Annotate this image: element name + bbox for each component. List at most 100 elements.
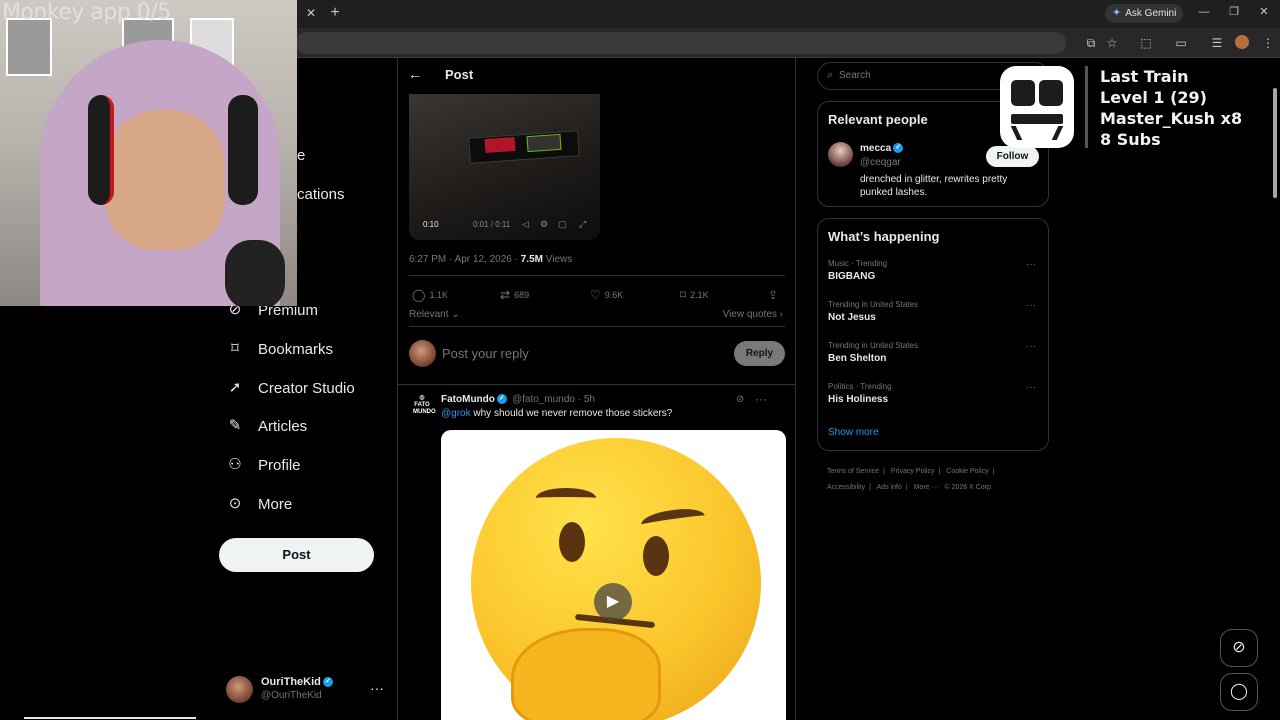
restore-icon[interactable]: ❐ xyxy=(1227,5,1241,19)
headset-left xyxy=(88,95,114,205)
sidebar-item-notifications-partial[interactable]: cations xyxy=(297,186,345,203)
mention-link[interactable]: @grok xyxy=(441,408,471,419)
more-dots-icon[interactable]: ··· xyxy=(1026,382,1036,393)
footer-separator: | xyxy=(869,484,871,491)
thinking-face-emoji xyxy=(471,438,761,720)
show-more-link[interactable]: Show more xyxy=(828,427,879,438)
avatar[interactable] xyxy=(828,142,853,167)
footer-separator: | xyxy=(992,468,995,475)
bookmark-action[interactable]: ⌑ 2.1K xyxy=(680,288,709,302)
browser-menu-icon[interactable]: ⋮ xyxy=(1260,35,1276,51)
split-view-icon[interactable]: ▭ xyxy=(1173,35,1189,51)
reply-button[interactable]: Reply xyxy=(734,341,785,366)
fullscreen-icon[interactable]: ⤢ xyxy=(579,219,586,230)
wall-poster xyxy=(6,18,52,76)
rocket-icon: ➚ xyxy=(228,379,242,396)
share-action[interactable]: ⇪ xyxy=(768,288,778,302)
extensions-icon[interactable]: ⬚ xyxy=(1138,35,1154,51)
play-icon[interactable]: ▶ xyxy=(594,583,632,621)
emoji-eye xyxy=(559,522,585,562)
volume-icon[interactable]: ◁ xyxy=(522,219,529,230)
train-window xyxy=(1011,80,1035,106)
footer-link[interactable]: Terms of Service xyxy=(827,468,879,475)
repost-action[interactable]: ⇄ 689 xyxy=(500,288,529,302)
account-switcher[interactable]: OuriTheKid ✓ @OuriTheKid ··· xyxy=(226,674,386,704)
more-dots-icon[interactable]: ··· xyxy=(1026,300,1036,311)
messages-icon[interactable]: ◯ xyxy=(1220,673,1258,711)
omnibox-input[interactable] xyxy=(296,32,1066,54)
train-base xyxy=(1011,114,1063,124)
close-tab-icon[interactable]: ✕ xyxy=(304,6,318,20)
account-name: OuriTheKid ✓ xyxy=(261,676,333,688)
footer-link[interactable]: More ··· xyxy=(914,484,939,491)
sidebar-item-label: Creator Studio xyxy=(258,379,355,397)
train-leg xyxy=(1010,126,1032,140)
avatar xyxy=(226,676,253,703)
like-count: 9.6K xyxy=(604,290,624,300)
reply-input[interactable]: Post your reply xyxy=(442,346,529,361)
bookmark-star-icon[interactable]: ☆ xyxy=(1104,35,1120,51)
follow-button[interactable]: Follow xyxy=(986,146,1039,167)
sidebar-item-label: Bookmarks xyxy=(258,340,334,358)
person-name[interactable]: mecca ✓ xyxy=(860,143,904,154)
trend-topic: Ben Shelton xyxy=(828,353,887,364)
settings-icon[interactable]: ⚙ xyxy=(540,219,548,230)
reading-list-icon[interactable]: ☰ xyxy=(1209,35,1225,51)
like-action[interactable]: ♡ 9.6K xyxy=(590,288,623,302)
back-arrow-icon[interactable]: ← xyxy=(408,66,422,82)
more-dots-icon[interactable]: ··· xyxy=(370,680,384,696)
grok-icon[interactable]: ⊘ xyxy=(1220,629,1258,667)
tweet-media-video[interactable]: ▶ xyxy=(441,430,786,720)
footer-link[interactable]: Cookie Policy xyxy=(946,468,988,475)
video-player[interactable]: 0:10 0:01 / 0:11 ◁ ⚙ ▢ ⤢ xyxy=(409,94,600,240)
search-icon: ⌕ xyxy=(827,69,834,81)
sidebar-item-more[interactable]: ⊙ More xyxy=(226,492,292,516)
trend-item[interactable]: Trending in United States Ben Shelton ··… xyxy=(828,341,1040,371)
post-button[interactable]: Post xyxy=(219,538,374,572)
footer-link[interactable]: Ads info xyxy=(877,484,902,491)
sidebar-item-label: More xyxy=(258,495,293,513)
install-app-icon[interactable]: ⧉ xyxy=(1083,35,1099,51)
page-scrollbar[interactable] xyxy=(1270,58,1280,720)
more-dots-icon[interactable]: ··· xyxy=(1026,259,1036,270)
view-quotes-link[interactable]: View quotes › xyxy=(723,309,783,320)
sidebar-item-profile[interactable]: ⚇ Profile xyxy=(226,453,300,477)
headset-right xyxy=(228,95,258,205)
search-placeholder: Search xyxy=(839,70,871,81)
minimize-icon[interactable]: — xyxy=(1197,5,1211,19)
tweet-author-name[interactable]: FatoMundo ✓ xyxy=(441,394,507,405)
more-dots-icon[interactable]: ··· xyxy=(755,392,767,406)
more-dots-icon[interactable]: ··· xyxy=(1026,341,1036,352)
browser-profile-avatar[interactable] xyxy=(1235,35,1249,49)
ask-gemini-label: Ask Gemini xyxy=(1125,8,1177,19)
ask-gemini-button[interactable]: ✦ Ask Gemini xyxy=(1105,4,1184,23)
close-window-icon[interactable]: ✕ xyxy=(1257,5,1271,19)
trend-item[interactable]: Trending in United States Not Jesus ··· xyxy=(828,300,1040,330)
trend-item[interactable]: Music · Trending BIGBANG ··· xyxy=(828,259,1040,289)
sidebar-item-home-partial[interactable]: e xyxy=(297,147,305,164)
sidebar-item-articles[interactable]: ✎ Articles xyxy=(226,414,307,438)
captions-icon[interactable]: ▢ xyxy=(558,219,567,230)
sort-dropdown[interactable]: Relevant ⌄ xyxy=(409,309,460,320)
divider xyxy=(398,384,795,385)
views-label: Views xyxy=(542,254,573,265)
footer-link[interactable]: Accessibility xyxy=(827,484,865,491)
footer-link[interactable]: Privacy Policy xyxy=(891,468,935,475)
reply-count: 1.1K xyxy=(429,290,448,300)
trend-topic: BIGBANG xyxy=(828,271,876,282)
more-circle-icon: ⊙ xyxy=(228,495,242,512)
gemini-sparkle-icon: ✦ xyxy=(1112,7,1122,19)
overlay-gifter: Master_Kush x8 xyxy=(1100,109,1243,128)
train-leg xyxy=(1042,126,1064,140)
scrollbar-thumb[interactable] xyxy=(1273,88,1277,198)
sidebar-item-bookmarks[interactable]: ⌑ Bookmarks xyxy=(226,337,333,361)
trend-item[interactable]: Politics · Trending His Holiness ··· xyxy=(828,382,1040,412)
grok-icon[interactable]: ⊘ xyxy=(736,394,744,405)
reply-action[interactable]: ◯ 1.1K xyxy=(412,288,448,302)
post-timestamp: 6:27 PM · Apr 12, 2026 · xyxy=(409,254,521,265)
reply-tweet[interactable]: ◎ FATO MUNDO FatoMundo ✓ @fato_mundo · 5h … xyxy=(409,392,787,720)
new-tab-button[interactable]: + xyxy=(328,4,342,22)
streamer-face xyxy=(105,110,225,250)
sidebar-item-creator-studio[interactable]: ➚ Creator Studio xyxy=(226,376,355,400)
views-count: 7.5M xyxy=(520,254,543,265)
